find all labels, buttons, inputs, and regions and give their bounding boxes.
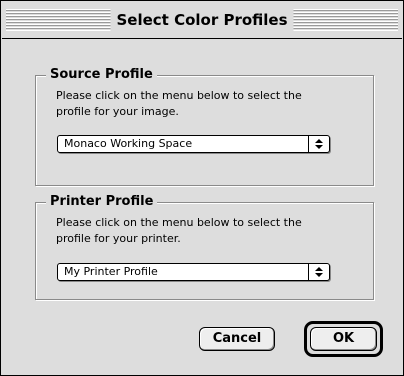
arrow-down-icon (315, 145, 323, 149)
dialog-title: Select Color Profiles (110, 9, 294, 31)
cancel-button[interactable]: Cancel (199, 327, 275, 351)
title-bar[interactable]: Select Color Profiles (2, 2, 402, 39)
source-profile-selected-value: Monaco Working Space (64, 137, 193, 150)
printer-profile-popup[interactable]: My Printer Profile (57, 263, 330, 281)
printer-profile-group: Printer Profile Please click on the menu… (35, 192, 374, 300)
source-profile-group: Source Profile Please click on the menu … (35, 65, 374, 186)
select-color-profiles-dialog: Select Color Profiles Source Profile Ple… (0, 0, 404, 376)
default-button-ring: OK (304, 321, 383, 357)
source-profile-heading: Source Profile (46, 65, 157, 85)
arrow-down-icon (315, 273, 323, 277)
printer-profile-heading: Printer Profile (46, 192, 158, 212)
up-down-arrows-icon (308, 136, 329, 152)
printer-profile-selected-value: My Printer Profile (64, 265, 158, 278)
source-profile-popup[interactable]: Monaco Working Space (57, 135, 330, 153)
arrow-up-icon (315, 267, 323, 271)
source-profile-description: Please click on the menu below to select… (56, 89, 302, 118)
ok-button[interactable]: OK (310, 327, 377, 351)
up-down-arrows-icon (308, 264, 329, 280)
printer-profile-description: Please click on the menu below to select… (56, 216, 302, 245)
arrow-up-icon (315, 139, 323, 143)
